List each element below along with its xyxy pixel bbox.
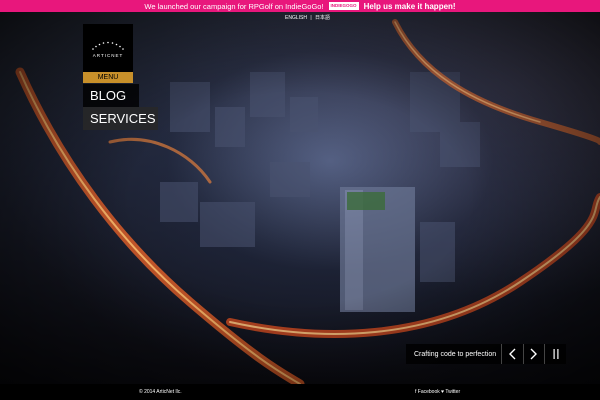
copyright-text: © 2014 ArticNet llc. xyxy=(139,389,182,395)
pause-icon xyxy=(553,349,559,359)
lang-japanese-link[interactable]: 日本語 xyxy=(314,15,331,21)
chevron-left-icon xyxy=(509,348,516,360)
prev-slide-button[interactable] xyxy=(500,344,523,364)
banner-message[interactable]: We launched our campaign for RPGolf on I… xyxy=(144,2,323,11)
facebook-link[interactable]: f Facebook xyxy=(415,389,440,395)
announcement-banner[interactable]: We launched our campaign for RPGolf on I… xyxy=(0,0,600,12)
site-logo[interactable]: ARTICNET xyxy=(83,24,133,72)
chevron-right-icon xyxy=(530,348,537,360)
slider-caption: Crafting code to perfection xyxy=(414,350,497,358)
twitter-link[interactable]: ♥ Twitter xyxy=(441,389,460,395)
next-slide-button[interactable] xyxy=(522,344,545,364)
lang-separator: | xyxy=(310,15,312,21)
logo-arc-icon xyxy=(92,41,124,50)
social-links: f Facebook ♥ Twitter xyxy=(415,389,460,395)
nav-item-services[interactable]: SERVICES xyxy=(83,107,158,130)
language-switcher: ENGLISH | 日本語 xyxy=(284,14,331,21)
indiegogo-logo: INDIEGOGO xyxy=(328,2,359,10)
pause-slide-button[interactable] xyxy=(544,344,566,364)
banner-cta-link[interactable]: Help us make it happen! xyxy=(364,2,456,11)
footer: © 2014 ArticNet llc. f Facebook ♥ Twitte… xyxy=(0,384,600,400)
slider-caption-bar: Crafting code to perfection xyxy=(406,344,566,364)
logo-text: ARTICNET xyxy=(92,52,124,58)
nav-item-blog[interactable]: BLOG xyxy=(83,84,139,107)
menu-toggle[interactable]: MENU xyxy=(83,72,133,83)
lang-english-link[interactable]: ENGLISH xyxy=(284,15,308,21)
